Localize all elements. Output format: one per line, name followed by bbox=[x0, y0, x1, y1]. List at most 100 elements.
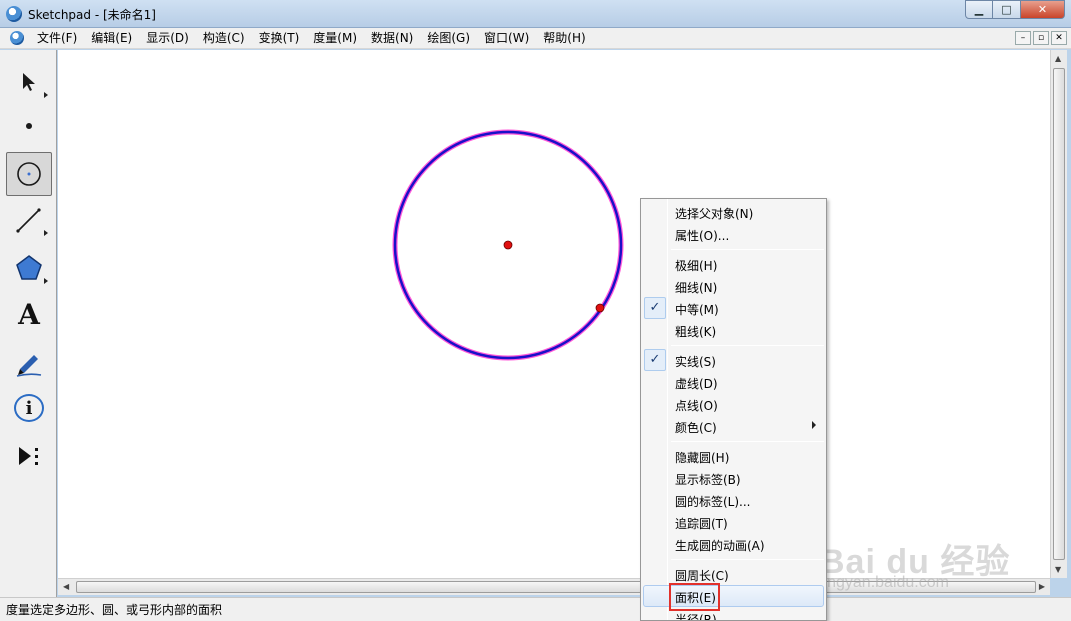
custom-tool[interactable] bbox=[6, 434, 52, 478]
menu-item-label: 细线(N) bbox=[675, 281, 718, 295]
menu-item-trace-circle[interactable]: 追踪圆(T) bbox=[643, 511, 824, 533]
text-a-icon: A bbox=[18, 297, 40, 331]
menu-item-thinnest[interactable]: 极细(H) bbox=[643, 253, 824, 275]
straightedge-tool[interactable] bbox=[6, 198, 52, 242]
menu-item-circumference[interactable]: 圆周长(C) bbox=[643, 563, 824, 585]
window-title: Sketchpad - [未命名1] bbox=[28, 8, 156, 22]
arrow-pointer-icon bbox=[23, 73, 35, 91]
info-glyph: i bbox=[25, 397, 33, 419]
point-icon bbox=[26, 123, 32, 129]
watermark-url: jingyan.baidu.com bbox=[820, 574, 949, 591]
menu-item-show-label[interactable]: 显示标签(B) bbox=[643, 467, 824, 489]
menu-data[interactable]: 数据(N) bbox=[364, 28, 420, 49]
menu-separator bbox=[671, 559, 824, 560]
menu-transform[interactable]: 变换(T) bbox=[252, 28, 307, 49]
center-point[interactable] bbox=[503, 240, 513, 250]
title-bar: Sketchpad - [未命名1] ▁ □ ✕ bbox=[0, 0, 1071, 28]
status-text: 度量选定多边形、圆、或弓形内部的面积 bbox=[6, 603, 223, 617]
select-arrow-tool[interactable] bbox=[6, 60, 52, 104]
menu-item-label: 粗线(K) bbox=[675, 325, 717, 339]
menu-item-label: 颜色(C) bbox=[675, 421, 717, 435]
menu-item-solid[interactable]: ✓ 实线(S) bbox=[643, 349, 824, 371]
window-controls: ▁ □ ✕ bbox=[965, 0, 1065, 20]
menu-item-label: 隐藏圆(H) bbox=[675, 451, 730, 465]
menu-separator bbox=[671, 441, 824, 442]
menu-graph[interactable]: 绘图(G) bbox=[420, 28, 477, 49]
menu-item-thin[interactable]: 细线(N) bbox=[643, 275, 824, 297]
menu-item-thick[interactable]: 粗线(K) bbox=[643, 319, 824, 341]
scroll-down-icon[interactable]: ▼ bbox=[1055, 565, 1061, 574]
scroll-up-icon[interactable]: ▲ bbox=[1055, 54, 1061, 63]
close-button[interactable]: ✕ bbox=[1021, 0, 1065, 19]
menu-bar: 文件(F) 编辑(E) 显示(D) 构造(C) 变换(T) 度量(M) 数据(N… bbox=[0, 28, 1071, 49]
menu-item-label: 圆周长(C) bbox=[675, 569, 729, 583]
sketch-svg bbox=[392, 129, 624, 361]
submenu-arrow-icon bbox=[812, 421, 816, 429]
menu-item-label: 追踪圆(T) bbox=[675, 517, 728, 531]
compass-tool[interactable] bbox=[6, 152, 52, 196]
menu-item-label: 半径(R) bbox=[675, 613, 717, 621]
drawing-canvas[interactable] bbox=[58, 50, 1050, 578]
vertical-scroll-thumb[interactable] bbox=[1053, 68, 1065, 560]
polygon-tool[interactable] bbox=[6, 246, 52, 290]
scroll-right-icon[interactable]: ▶ bbox=[1039, 582, 1045, 591]
scroll-left-icon[interactable]: ◀ bbox=[63, 582, 69, 591]
menu-item-label: 点线(O) bbox=[675, 399, 718, 413]
circle-compass-icon bbox=[17, 162, 41, 186]
menu-measure[interactable]: 度量(M) bbox=[306, 28, 364, 49]
sketchpad-app-icon bbox=[6, 6, 22, 22]
pentagon-icon bbox=[16, 255, 42, 280]
menu-item-circle-label[interactable]: 圆的标签(L)... bbox=[643, 489, 824, 511]
information-tool[interactable]: i bbox=[6, 386, 52, 430]
menu-window[interactable]: 窗口(W) bbox=[477, 28, 536, 49]
menu-item-properties[interactable]: 属性(O)... bbox=[643, 223, 824, 245]
status-bar: 度量选定多边形、圆、或弓形内部的面积 bbox=[0, 597, 1071, 621]
menu-item-label: 极细(H) bbox=[675, 259, 718, 273]
menu-item-label: 生成圆的动画(A) bbox=[675, 539, 765, 553]
doc-close-button[interactable]: ✕ bbox=[1051, 31, 1067, 45]
red-highlight-annotation bbox=[669, 583, 720, 611]
menu-file[interactable]: 文件(F) bbox=[30, 28, 84, 49]
submenu-arrow-icon bbox=[44, 92, 48, 98]
checkmark-icon: ✓ bbox=[644, 297, 666, 319]
menu-item-label: 实线(S) bbox=[675, 355, 716, 369]
minimize-button[interactable]: ▁ bbox=[965, 0, 993, 19]
menu-item-label: 属性(O)... bbox=[675, 229, 730, 243]
menu-item-animate-circle[interactable]: 生成圆的动画(A) bbox=[643, 533, 824, 555]
radius-point[interactable] bbox=[595, 303, 605, 313]
menu-edit[interactable]: 编辑(E) bbox=[84, 28, 139, 49]
menu-item-medium[interactable]: ✓ 中等(M) bbox=[643, 297, 824, 319]
menu-construct[interactable]: 构造(C) bbox=[196, 28, 252, 49]
point-tool[interactable] bbox=[6, 104, 52, 148]
play-custom-icon bbox=[19, 447, 38, 465]
menu-item-color[interactable]: 颜色(C) bbox=[643, 415, 824, 437]
text-tool[interactable]: A bbox=[6, 292, 52, 336]
vertical-scrollbar[interactable]: ▲ ▼ bbox=[1050, 50, 1067, 578]
context-menu: 选择父对象(N) 属性(O)... 极细(H) 细线(N) ✓ 中等(M) 粗线… bbox=[640, 198, 827, 621]
menu-display[interactable]: 显示(D) bbox=[139, 28, 196, 49]
document-window-controls: – ▫ ✕ bbox=[1015, 31, 1067, 45]
menu-item-select-parents[interactable]: 选择父对象(N) bbox=[643, 201, 824, 223]
doc-restore-button[interactable]: ▫ bbox=[1033, 31, 1049, 45]
menu-item-label: 显示标签(B) bbox=[675, 473, 741, 487]
marker-tool[interactable] bbox=[6, 340, 52, 384]
document-icon[interactable] bbox=[10, 31, 24, 45]
menu-item-label: 中等(M) bbox=[675, 303, 719, 317]
toolbox: A i bbox=[0, 50, 57, 597]
menu-separator bbox=[671, 345, 824, 346]
menu-item-label: 圆的标签(L)... bbox=[675, 495, 751, 509]
menu-item-label: 虚线(D) bbox=[675, 377, 718, 391]
menu-separator bbox=[671, 249, 824, 250]
submenu-arrow-icon bbox=[44, 278, 48, 284]
menu-item-hide-circle[interactable]: 隐藏圆(H) bbox=[643, 445, 824, 467]
info-bubble-icon: i bbox=[14, 394, 44, 422]
menu-item-dashed[interactable]: 虚线(D) bbox=[643, 371, 824, 393]
menu-help[interactable]: 帮助(H) bbox=[536, 28, 592, 49]
menu-item-dotted[interactable]: 点线(O) bbox=[643, 393, 824, 415]
checkmark-icon: ✓ bbox=[644, 349, 666, 371]
pen-marker-icon bbox=[16, 355, 42, 377]
maximize-button[interactable]: □ bbox=[993, 0, 1021, 19]
doc-minimize-button[interactable]: – bbox=[1015, 31, 1031, 45]
baidu-watermark: Bai du 经验 jingyan.baidu.com bbox=[820, 518, 1020, 598]
line-segment-icon bbox=[16, 208, 41, 233]
